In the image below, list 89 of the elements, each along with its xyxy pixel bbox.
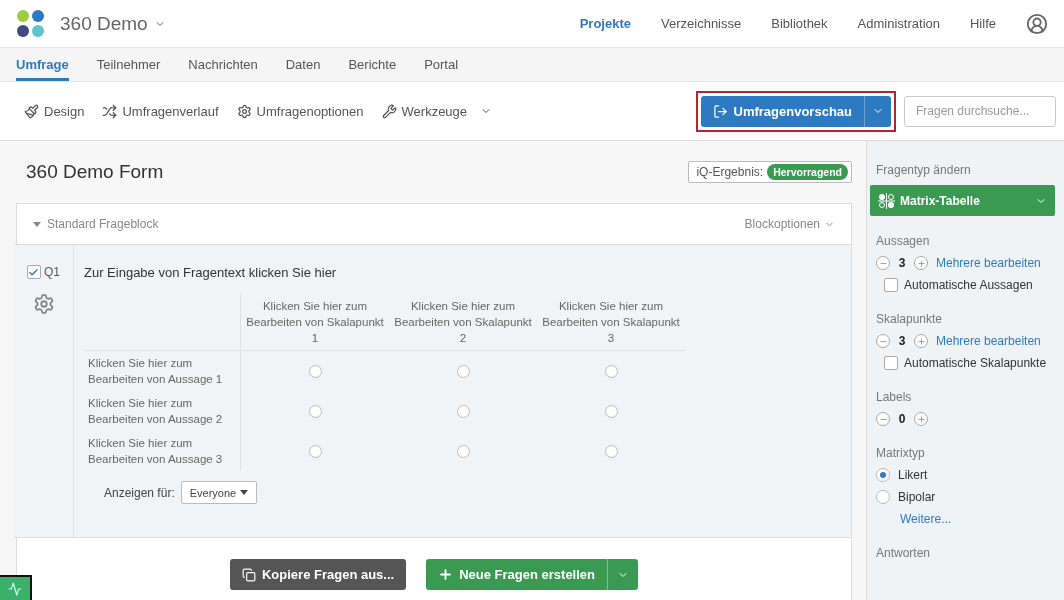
question-number: Q1 [44,265,60,279]
increase-button[interactable] [914,256,928,270]
statement-label[interactable]: Klicken Sie hier zum Bearbeiten von Aussage 1 [84,351,241,391]
tab[interactable]: Portal [424,48,459,81]
sidebar-heading: Skalapunkte [876,312,944,326]
toolbar-button[interactable]: Werkzeuge [381,103,493,119]
radio-label: Bipolar [898,490,936,504]
avatar-icon[interactable] [1026,12,1048,35]
sidebar-heading: Antworten [876,546,932,560]
radio-button[interactable] [876,490,890,504]
radio-button[interactable] [604,364,618,378]
nav-link[interactable]: Administration [857,16,940,31]
sidebar-heading: Matrixtyp [876,446,926,460]
exit-icon [712,103,728,119]
new-question-button[interactable]: Neue Fragen erstellen [426,559,638,590]
radio-button[interactable] [456,404,470,418]
plus-icon [916,414,926,424]
nav-link[interactable]: Hilfe [970,16,996,31]
logo-icon [16,8,46,39]
radio-button[interactable] [308,364,322,378]
count-value: 0 [898,412,906,426]
tab[interactable]: Teilnehmer [96,48,161,81]
tab[interactable]: Berichte [348,48,397,81]
count-value: 3 [898,334,906,348]
radio-button[interactable] [604,404,618,418]
plus-icon [438,567,454,582]
scale-point-header[interactable]: Klicken Sie hier zum Bearbeiten von Skalapunkt 1 [241,294,389,351]
increase-button[interactable] [914,412,928,426]
block-options-dropdown[interactable]: Blockoptionen [744,217,835,231]
checkbox-label: Automatische Skalapunkte [904,356,1047,370]
search-field[interactable]: Fragen durchsuche... [904,95,1056,127]
radio-button[interactable] [456,364,470,378]
count-value: 3 [898,256,906,270]
question-checkbox[interactable] [27,265,41,279]
display-for-dropdown[interactable]: Everyone [180,481,258,504]
checkbox-label: Automatische Aussagen [904,278,1033,292]
tab[interactable]: Daten [285,48,321,81]
sidebar-heading: Fragentyp ändern [876,163,972,177]
question-type-dropdown[interactable]: Matrix-Tabelle [870,185,1055,216]
iq-score-badge: Hervorragend [767,164,848,180]
toolbar-button[interactable]: Umfragenverlauf [102,103,219,119]
statement-label[interactable]: Klicken Sie hier zum Bearbeiten von Aussage 2 [84,391,241,431]
statement-label[interactable]: Klicken Sie hier zum Bearbeiten von Aussage 3 [84,431,241,471]
toolbar-button[interactable]: Design [24,103,85,119]
project-dropdown[interactable]: 360 Demo [60,12,166,35]
radio-button[interactable] [604,444,618,458]
form-title: 360 Demo Form [26,161,164,183]
radio-button[interactable] [308,444,322,458]
checkbox[interactable] [884,356,898,370]
nav-link[interactable]: Verzeichnisse [661,16,742,31]
radio-button[interactable] [456,444,470,458]
shuffle-icon [102,103,118,119]
edit-multiple-link[interactable]: Mehrere bearbeiten [936,334,1041,348]
checkbox[interactable] [884,278,898,292]
matrix-icon [878,192,896,209]
nav-link[interactable]: Bibliothek [771,16,828,31]
sidebar-heading: Aussagen [876,234,931,248]
radio-button[interactable] [876,468,890,482]
plus-icon [916,336,926,346]
decrease-button[interactable] [876,256,890,270]
question-text[interactable]: Zur Eingabe von Fragentext klicken Sie hier [84,265,690,280]
increase-button[interactable] [914,334,928,348]
tab[interactable]: Nachrichten [188,48,258,81]
preview-button[interactable]: Umfragenvorschau [700,95,891,127]
edit-multiple-link[interactable]: Mehrere bearbeiten [936,256,1041,270]
caret-icon [33,221,41,227]
sidebar-heading: Labels [876,390,913,404]
scale-point-header[interactable]: Klicken Sie hier zum Bearbeiten von Skalapunkt 3 [537,294,685,351]
pulse-icon [8,581,22,596]
copy-questions-button[interactable]: Kopiere Fragen aus... [230,559,407,590]
block-title[interactable]: Standard Frageblock [33,217,159,231]
iq-score-label: iQ-Ergebnis: [696,165,764,179]
settings-icon[interactable] [32,293,55,315]
radio-label: Likert [898,468,928,482]
decrease-button[interactable] [876,412,890,426]
display-for-label: Anzeigen für: [104,485,175,500]
radio-button[interactable] [308,404,322,418]
caret-icon [240,490,249,495]
copy-icon [242,567,256,582]
nav-link[interactable]: Projekte [579,16,631,31]
wrench-icon [381,103,397,119]
activity-widget[interactable] [0,575,32,600]
scale-point-header[interactable]: Klicken Sie hier zum Bearbeiten von Skalapunkt 2 [389,294,537,351]
paintbrush-icon [24,103,39,119]
settings-icon [236,103,252,119]
plus-icon [916,258,926,268]
more-link[interactable]: Weitere... [900,512,1060,526]
toolbar-button[interactable]: Umfragenoptionen [236,103,364,119]
decrease-button[interactable] [876,334,890,348]
